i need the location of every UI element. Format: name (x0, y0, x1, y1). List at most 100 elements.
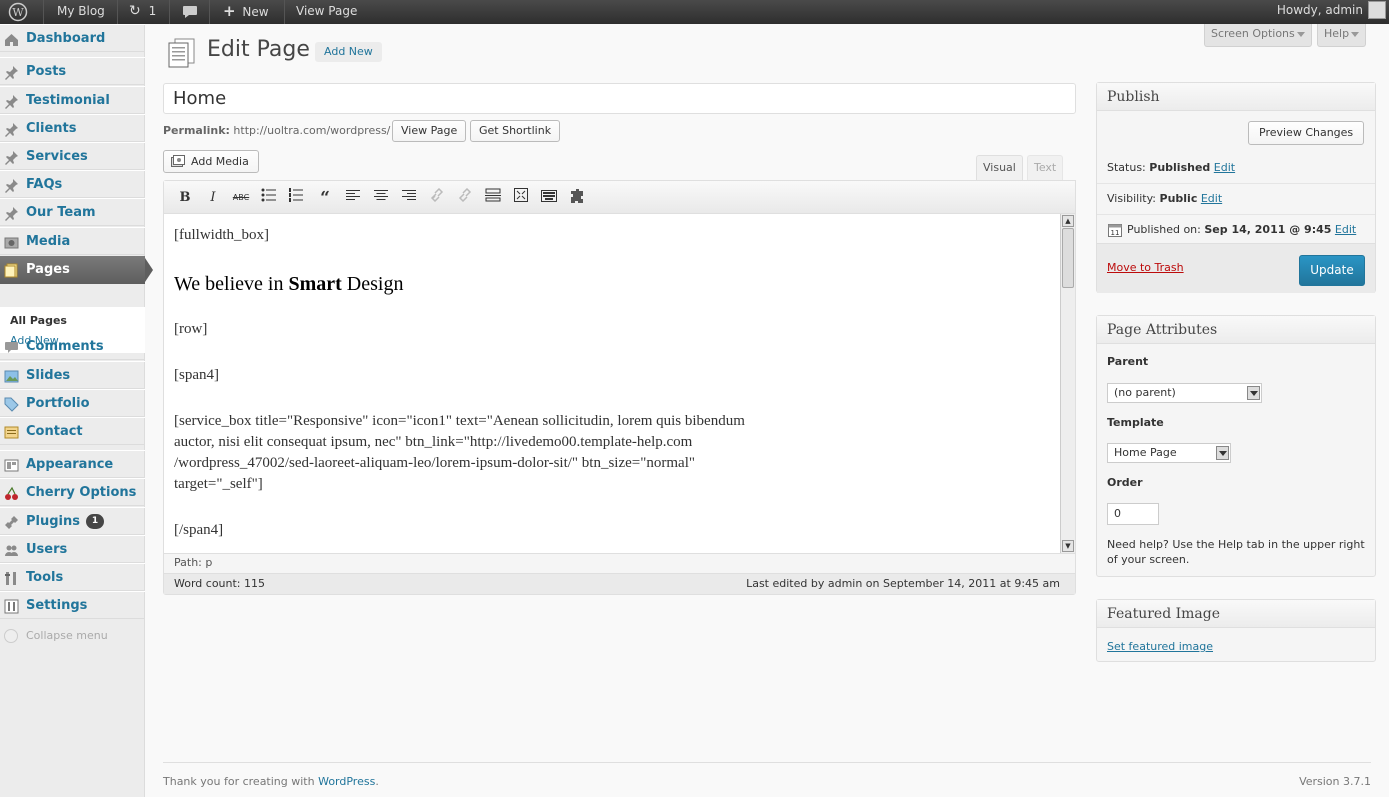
add-new-page-button[interactable]: Add New (315, 42, 382, 62)
menu-label: Testimonial (26, 93, 110, 108)
dashboard-icon (5, 34, 18, 46)
keyboard-icon[interactable] (539, 188, 559, 208)
align-left-icon[interactable] (343, 188, 363, 208)
add-media-button[interactable]: Add Media (163, 150, 259, 173)
wordpress-link[interactable]: WordPress (318, 775, 375, 788)
link-icon[interactable] (427, 187, 447, 208)
site-name-link[interactable]: My Blog (44, 0, 118, 24)
align-right-icon[interactable] (399, 188, 419, 208)
set-featured-image-link[interactable]: Set featured image (1107, 639, 1213, 655)
menu-item-dashboard[interactable]: Dashboard (0, 24, 145, 52)
tab-visual[interactable]: Visual (976, 155, 1023, 181)
bold-icon[interactable]: B (175, 188, 195, 208)
menu-item-services[interactable]: Services (0, 142, 145, 170)
view-page-button[interactable]: View Page (392, 120, 467, 142)
collapse-arrow-icon (4, 629, 18, 643)
menu-item-testimonial[interactable]: Testimonial (0, 86, 145, 114)
editor-scrollbar[interactable]: ▲ ▼ (1060, 214, 1075, 553)
menu-item-media[interactable]: Media (0, 227, 145, 255)
settings-icon (4, 599, 19, 614)
editor-heading: We believe in Smart Design (174, 271, 1050, 297)
order-input[interactable]: 0 (1107, 503, 1159, 525)
collapse-menu-button[interactable]: Collapse menu (4, 628, 108, 644)
parent-select[interactable]: (no parent) (1107, 383, 1262, 403)
template-select[interactable]: Home Page (1107, 443, 1231, 463)
menu-item-clients[interactable]: Clients (0, 114, 145, 142)
menu-item-comments[interactable]: Comments (0, 332, 145, 360)
preview-changes-button[interactable]: Preview Changes (1248, 121, 1365, 145)
menu-label: Media (26, 234, 71, 249)
read-more-icon[interactable] (483, 188, 503, 208)
menu-item-slides[interactable]: Slides (0, 361, 145, 389)
menu-label: Slides (26, 368, 71, 383)
tools-icon (5, 572, 16, 585)
template-label: Template (1107, 416, 1164, 429)
updates-icon: ↻ (129, 3, 141, 19)
menu-label: Contact (26, 424, 83, 439)
menu-item-plugins[interactable]: Plugins 1 (0, 507, 145, 535)
unlink-icon[interactable] (455, 187, 475, 208)
editor-paragraph: [fullwidth_box] (174, 227, 269, 243)
menu-item-tools[interactable]: Tools (0, 563, 145, 591)
editor-content[interactable]: [fullwidth_box] We believe in Smart Desi… (164, 214, 1060, 553)
publish-box-title[interactable]: Publish (1097, 83, 1375, 111)
content-editor: B I ABC “ [fullwidth_box] We believe in … (163, 180, 1076, 595)
scrollbar-thumb[interactable] (1062, 228, 1074, 288)
parent-label: Parent (1107, 355, 1149, 368)
italic-icon[interactable]: I (203, 188, 223, 208)
menu-item-appearance[interactable]: Appearance (0, 450, 145, 478)
menu-item-portfolio[interactable]: Portfolio (0, 389, 145, 417)
published-edit-link[interactable]: Edit (1335, 223, 1356, 236)
pin-icon (5, 123, 18, 137)
word-count: Word count: 115 (174, 577, 266, 590)
new-label: New (242, 5, 269, 19)
featured-image-title[interactable]: Featured Image (1097, 600, 1375, 628)
view-page-label: View Page (296, 4, 358, 18)
blockquote-icon[interactable]: “ (315, 188, 335, 208)
help-button[interactable]: Help (1317, 24, 1366, 47)
page-attributes-title[interactable]: Page Attributes (1097, 316, 1375, 344)
puzzle-icon[interactable] (567, 188, 587, 208)
menu-item-cherry-options[interactable]: Cherry Options (0, 478, 145, 506)
editor-status-bar: Word count: 115 Last edited by admin on … (164, 573, 1075, 594)
numbered-list-icon[interactable] (286, 188, 306, 208)
menu-label: Dashboard (26, 31, 106, 46)
menu-item-pages[interactable]: Pages (0, 256, 153, 284)
menu-label: Portfolio (26, 396, 90, 411)
menu-item-our-team[interactable]: Our Team (0, 198, 145, 226)
menu-label: Our Team (26, 205, 96, 220)
scroll-down-icon[interactable]: ▼ (1062, 540, 1074, 552)
fullscreen-icon[interactable] (511, 188, 531, 208)
updates-link[interactable]: ↻ 1 (118, 0, 170, 24)
submenu-all-pages[interactable]: All Pages (0, 311, 145, 331)
comments-link[interactable] (170, 0, 210, 24)
attributes-help-text: Need help? Use the Help tab in the upper… (1107, 538, 1365, 566)
publish-box: Publish Preview Changes Status: Publishe… (1096, 82, 1376, 293)
my-account-menu[interactable]: Howdy, admin (1277, 0, 1389, 24)
view-page-link[interactable]: View Page (285, 0, 368, 24)
new-content-link[interactable]: + New (210, 0, 285, 24)
menu-label: Cherry Options (26, 485, 137, 500)
plus-icon: + (223, 2, 236, 20)
get-shortlink-button[interactable]: Get Shortlink (470, 120, 561, 142)
move-to-trash-link[interactable]: Move to Trash (1107, 260, 1184, 276)
menu-item-users[interactable]: Users (0, 535, 145, 563)
align-center-icon[interactable] (371, 188, 391, 208)
visibility-edit-link[interactable]: Edit (1201, 192, 1222, 205)
menu-item-contact[interactable]: Contact (0, 417, 145, 445)
menu-item-settings[interactable]: Settings (0, 591, 145, 619)
wordpress-logo-icon[interactable]: W (0, 0, 44, 24)
post-title-input[interactable]: Home (163, 83, 1076, 114)
screen-options-button[interactable]: Screen Options (1204, 24, 1312, 47)
permalink-url[interactable]: http://uoltra.com/wordpress/ (233, 124, 390, 137)
menu-item-faqs[interactable]: FAQs (0, 170, 145, 198)
menu-label: Services (26, 149, 88, 164)
menu-item-posts[interactable]: Posts (0, 57, 145, 85)
scroll-up-icon[interactable]: ▲ (1062, 215, 1074, 227)
status-edit-link[interactable]: Edit (1214, 161, 1235, 174)
tab-text[interactable]: Text (1027, 155, 1064, 181)
contact-icon (4, 426, 19, 439)
strikethrough-icon[interactable]: ABC (231, 188, 251, 208)
update-button[interactable]: Update (1299, 255, 1365, 286)
bullet-list-icon[interactable] (259, 188, 279, 208)
